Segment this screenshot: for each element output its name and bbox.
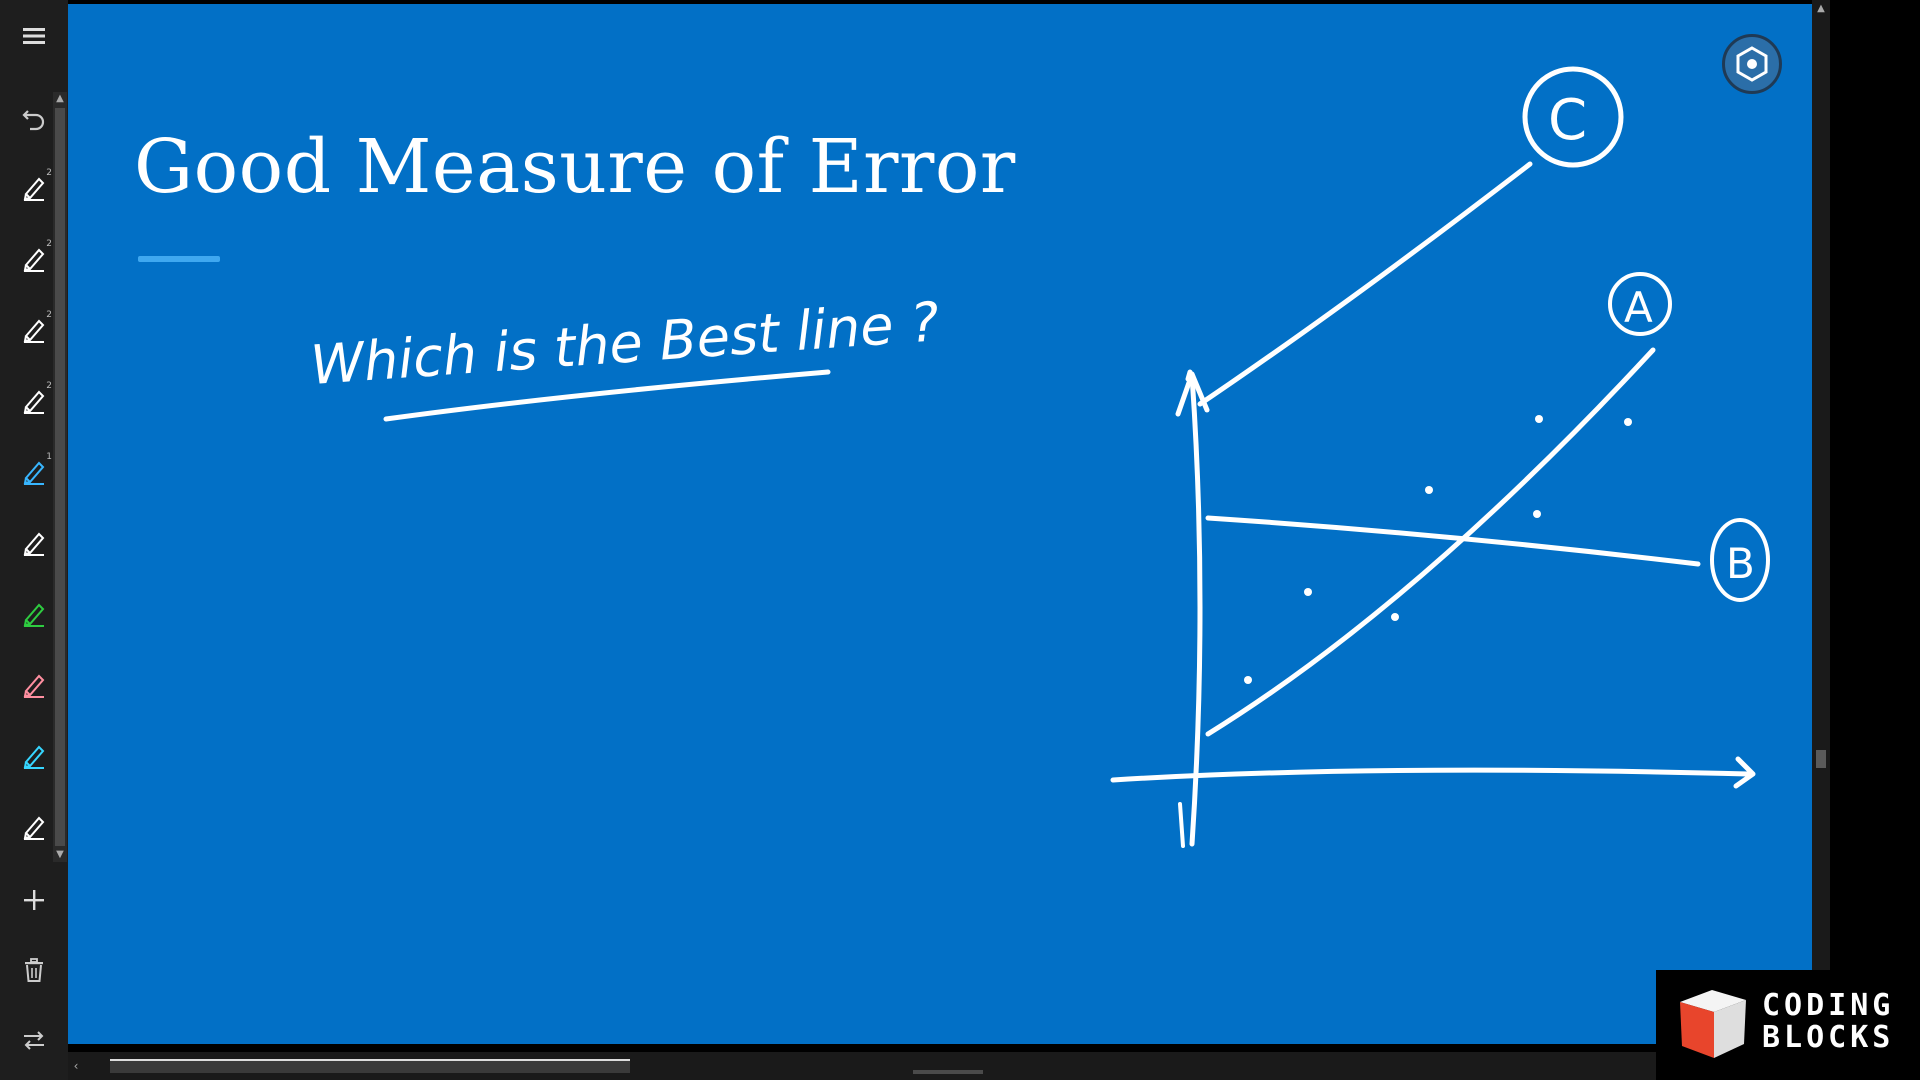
- swap-button[interactable]: [14, 1020, 54, 1060]
- pen-tool-button[interactable]: [14, 665, 54, 705]
- horizontal-scrollbar[interactable]: ‹: [68, 1052, 1658, 1080]
- hamburger-icon: [23, 28, 45, 44]
- logo-text-line2: BLOCKS: [1762, 1020, 1895, 1055]
- label-a: A: [1624, 283, 1653, 332]
- scroll-up-arrow-icon[interactable]: ▲: [53, 92, 67, 106]
- pen-icon: [23, 177, 45, 201]
- coding-blocks-logo: CODING BLOCKS: [1656, 970, 1920, 1080]
- pen-icon: [23, 745, 45, 769]
- line-c: [1197, 161, 1533, 407]
- left-toolbar: 2 2 2 2 1 ▲ ▼: [0, 0, 68, 1080]
- scroll-left-icon[interactable]: ‹: [68, 1058, 84, 1074]
- handwritten-ink-layer: Which is the Best line ? C A B: [309, 66, 1770, 848]
- pen-icon: [23, 248, 45, 272]
- toolbar-scroll-thumb[interactable]: [55, 108, 65, 846]
- pen-count-badge: 2: [46, 310, 52, 320]
- scroll-up-icon[interactable]: ▲: [1814, 2, 1828, 16]
- pen-icon: [23, 816, 45, 840]
- cube-logo-icon: [1680, 990, 1746, 1058]
- pen-tool-button[interactable]: 2: [14, 168, 54, 208]
- record-button[interactable]: [1722, 34, 1782, 94]
- hexagon-record-icon: [1736, 46, 1768, 82]
- pen-icon: [23, 674, 45, 698]
- pen-count-badge: 2: [46, 239, 52, 249]
- toolbar-scrollbar[interactable]: ▲ ▼: [53, 92, 67, 862]
- pen-tool-button[interactable]: 2: [14, 381, 54, 421]
- pen-count-badge: 1: [46, 452, 52, 462]
- vertical-scroll-thumb[interactable]: [1816, 750, 1826, 768]
- pen-icon: [23, 603, 45, 627]
- x-axis: [1110, 767, 1751, 783]
- plus-icon: [24, 890, 44, 910]
- line-b: [1205, 515, 1701, 567]
- pen-icon: [23, 390, 45, 414]
- line-a: [1205, 347, 1656, 737]
- pen-tool-button[interactable]: 2: [14, 310, 54, 350]
- pen-tool-button[interactable]: [14, 594, 54, 634]
- pen-count-badge: 2: [46, 381, 52, 391]
- label-c: C: [1548, 88, 1587, 153]
- vertical-scrollbar[interactable]: ▲: [1812, 0, 1830, 1052]
- pen-tool-button[interactable]: 2: [14, 239, 54, 279]
- scroll-down-arrow-icon[interactable]: ▼: [53, 848, 67, 862]
- pen-icon: [23, 461, 45, 485]
- horizontal-scroll-thumb[interactable]: [110, 1059, 630, 1073]
- undo-button[interactable]: [14, 98, 54, 138]
- pen-icon: [23, 532, 45, 556]
- pen-icon: [23, 319, 45, 343]
- delete-button[interactable]: [14, 950, 54, 990]
- pen-count-badge: 2: [46, 168, 52, 178]
- pen-tool-button[interactable]: 1: [14, 452, 54, 492]
- label-b: B: [1726, 539, 1755, 588]
- swap-arrows-icon: [24, 1031, 44, 1050]
- pen-tool-button[interactable]: [14, 523, 54, 563]
- pen-tool-button[interactable]: [14, 807, 54, 847]
- whiteboard-canvas[interactable]: Good Measure of Error Which is the Best …: [68, 4, 1812, 1044]
- handwritten-question: Which is the Best line ?: [309, 290, 942, 397]
- logo-text-line1: CODING: [1762, 988, 1895, 1023]
- trash-icon: [25, 958, 43, 982]
- scroll-track-marker: [913, 1070, 983, 1074]
- menu-button[interactable]: [14, 16, 54, 56]
- add-button[interactable]: [14, 880, 54, 920]
- undo-icon: [22, 110, 45, 131]
- pen-tool-button[interactable]: [14, 736, 54, 776]
